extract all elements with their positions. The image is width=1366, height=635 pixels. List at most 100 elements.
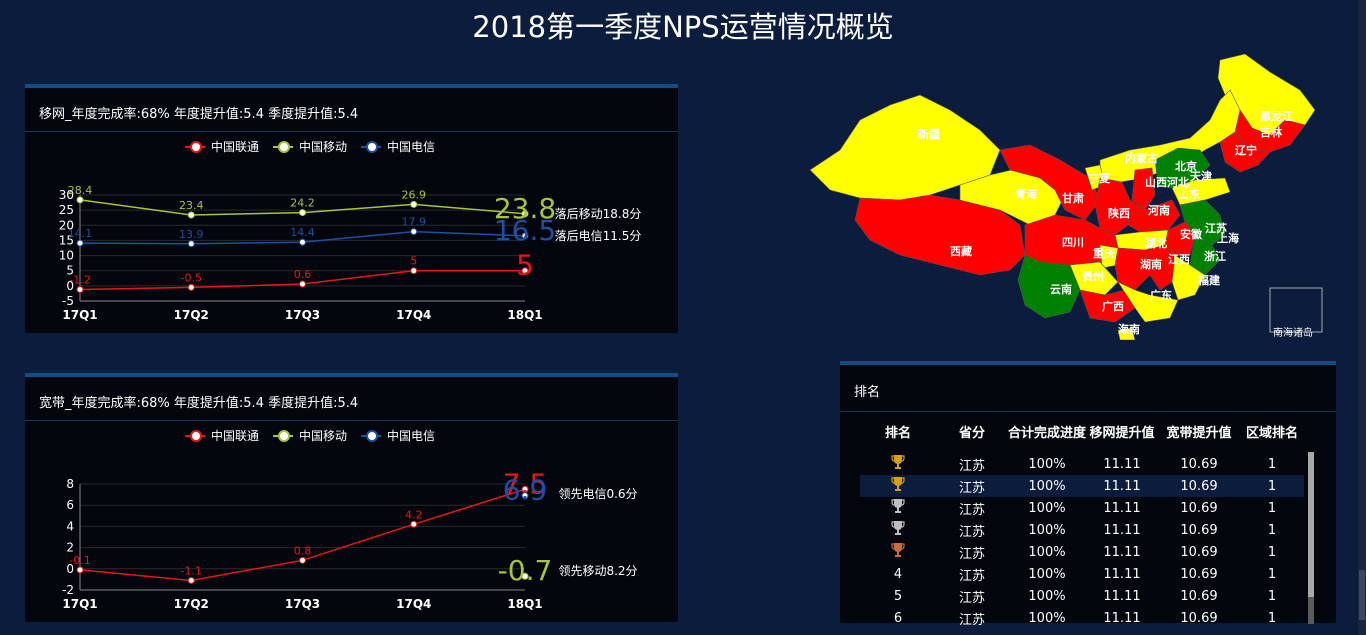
x-tick-label: 17Q1 — [62, 308, 97, 322]
map-label-11: 甘肃 — [1062, 191, 1084, 205]
table-row[interactable]: 江苏 100% 11.11 10.69 1 — [860, 541, 1304, 563]
map-label-13: 陕西 — [1108, 206, 1130, 220]
progress-cell: 100% — [1028, 500, 1066, 516]
data-point — [299, 280, 306, 288]
data-point — [76, 566, 84, 574]
province-cell: 江苏 — [958, 590, 985, 606]
map-label-19: 上海 — [1217, 231, 1239, 245]
province-cell: 江苏 — [958, 524, 985, 540]
data-point — [410, 200, 418, 208]
table-row[interactable]: 江苏 100% 11.11 10.69 1 — [860, 497, 1304, 519]
progress-cell: 100% — [1028, 588, 1066, 604]
province-cell: 江苏 — [958, 502, 985, 518]
inset-label: 南海诸岛 — [1273, 326, 1313, 339]
x-tick-label: 17Q4 — [396, 597, 431, 611]
x-tick-label: 17Q4 — [396, 308, 431, 322]
china-map-svg[interactable]: 南海诸岛 黑龙江吉林辽宁新疆内蒙古北京天津宁夏 山西 河北青海 甘肃 山东陕西 河南江苏西… — [800, 50, 1340, 341]
trophy-bronze-icon — [891, 543, 905, 557]
china-map[interactable]: 南海诸岛 黑龙江 吉林 辽宁 新疆 内蒙古 北京 天津 宁夏 山西 河北 青海 甘肃 山东 陕西 河南 江苏西… — [800, 50, 1340, 341]
table-row[interactable]: 5 江苏 100% 11.11 10.69 1 — [860, 585, 1304, 607]
x-tick-label: 17Q2 — [174, 597, 209, 611]
trophy-silver-icon — [891, 499, 905, 513]
data-point — [410, 228, 418, 236]
province-cell: 江苏 — [936, 475, 1008, 497]
big-value-label: 16.5 — [494, 214, 556, 247]
data-point — [76, 196, 84, 204]
map-label-8: 山西 — [1145, 175, 1167, 189]
data-label: 24.2 — [290, 197, 315, 210]
broadband-cell: 10.69 — [1180, 500, 1218, 516]
map-label-6: 天津 — [1190, 169, 1212, 183]
mobile-cell: 11.11 — [1103, 588, 1141, 604]
mobile-cell: 11.11 — [1103, 610, 1141, 626]
data-point — [299, 556, 306, 564]
progress-cell: 100% — [1028, 456, 1066, 472]
col-header-mobile[interactable]: 移网提升值 — [1086, 415, 1158, 453]
comparison-note: 领先电信0.6分 — [558, 487, 637, 501]
mobile-cell: 11.11 — [1103, 566, 1141, 582]
rank-cell — [860, 475, 936, 497]
map-label-20: 湖北 — [1145, 236, 1167, 250]
data-label: 5 — [410, 255, 417, 268]
data-point — [76, 285, 84, 293]
x-tick-label: 17Q2 — [174, 308, 209, 322]
data-label: -0.5 — [181, 271, 202, 284]
map-label-4: 内蒙古 — [1125, 151, 1158, 165]
col-header-rank[interactable]: 排名 — [860, 415, 936, 453]
region-cell: 1 — [1267, 500, 1277, 516]
y-tick-label: 2 — [66, 541, 74, 555]
data-point — [410, 520, 418, 528]
province-cell: 江苏 — [958, 546, 985, 562]
data-point — [187, 211, 195, 219]
broadband-cell: 10.69 — [1180, 456, 1218, 472]
col-header-province[interactable]: 省分 — [936, 415, 1008, 453]
map-label-21: 重庆 — [1093, 246, 1115, 260]
map-label-3: 新疆 — [918, 127, 940, 141]
mobile-cell: 11.11 — [1086, 475, 1158, 497]
data-point — [187, 576, 195, 584]
data-label: 17.9 — [402, 216, 427, 229]
col-header-progress[interactable]: 合计完成进度 — [1008, 415, 1086, 453]
data-point — [187, 283, 195, 291]
region-cell: 1 — [1267, 522, 1277, 538]
col-header-broadband[interactable]: 宽带提升值 — [1158, 415, 1240, 453]
col-header-region[interactable]: 区域排名 — [1240, 415, 1304, 453]
x-tick-label: 17Q3 — [285, 597, 320, 611]
table-scrollbar[interactable] — [1308, 452, 1314, 624]
table-row[interactable]: 4 江苏 100% 11.11 10.69 1 — [860, 563, 1304, 585]
page-scrollbar-thumb[interactable] — [1359, 570, 1365, 620]
map-label-29: 广东 — [1150, 288, 1172, 302]
south-china-sea-inset — [1269, 287, 1323, 333]
big-value-label: 6.9 — [503, 474, 548, 507]
trophy-silver-icon — [891, 521, 905, 535]
table-row[interactable]: 江苏 100% 11.11 10.69 1 — [860, 453, 1304, 475]
big-value-label: -0.7 — [498, 554, 553, 587]
broadband-chart-panel: 宽带_年度完成率:68% 年度提升值:5.4 季度提升值:5.4 中国联通 中国… — [25, 373, 678, 622]
map-label-25: 贵州 — [1082, 269, 1104, 283]
map-label-10: 青海 — [1015, 187, 1037, 201]
comparison-note: 领先移动8.2分 — [558, 564, 637, 578]
big-value-label: 5 — [516, 249, 534, 282]
ranking-title: 排名 — [854, 385, 881, 400]
x-tick-label: 17Q1 — [62, 597, 97, 611]
comparison-note: 落后电信11.5分 — [555, 229, 642, 243]
rank-cell: 6 — [893, 610, 903, 626]
x-tick-label: 18Q1 — [507, 597, 542, 611]
broadband-cell: 10.69 — [1180, 522, 1218, 538]
map-label-23: 湖南 — [1140, 257, 1162, 271]
table-row[interactable]: 6 江苏 100% 11.11 10.69 1 — [860, 607, 1304, 629]
mobile-cell: 11.11 — [1103, 522, 1141, 538]
page-scrollbar[interactable] — [1358, 0, 1366, 635]
data-label: 14.1 — [68, 227, 93, 240]
table-row[interactable]: 江苏 100% 11.11 10.69 1 — [860, 519, 1304, 541]
y-tick-label: 4 — [66, 519, 74, 533]
region-cell: 1 — [1267, 456, 1277, 472]
data-label: 26.9 — [402, 188, 427, 201]
map-label-26: 福建 — [1197, 273, 1221, 287]
table-scrollbar-thumb[interactable] — [1308, 452, 1314, 597]
broadband-cell: 10.69 — [1180, 588, 1218, 604]
table-row[interactable]: 江苏 100% 11.11 10.69 1 — [860, 475, 1304, 497]
progress-cell: 100% — [1028, 566, 1066, 582]
data-point — [187, 240, 195, 248]
x-tick-label: 18Q1 — [507, 308, 542, 322]
